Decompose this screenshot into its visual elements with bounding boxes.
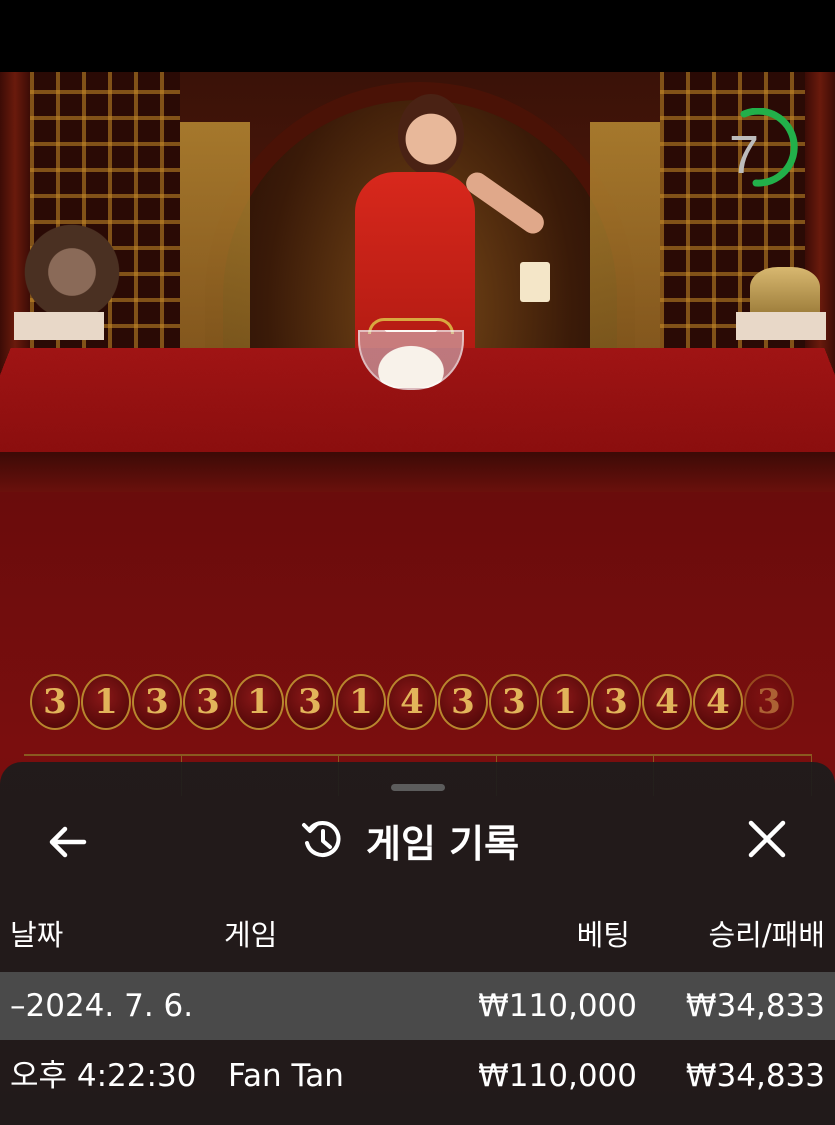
column-header-date[interactable]: 날짜 [10, 912, 63, 954]
dealer-head [398, 94, 464, 176]
date-group-label: –2024. 7. 6. [10, 972, 193, 1040]
result-ball: 3 [489, 674, 539, 730]
result-ball: 3 [591, 674, 641, 730]
sheet-drag-handle[interactable] [391, 784, 445, 791]
result-ball: 3 [285, 674, 335, 730]
row-game: Fan Tan [228, 1042, 344, 1110]
status-bar [0, 0, 835, 72]
countdown-timer-value: 7 [722, 128, 766, 182]
column-header-game[interactable]: 게임 [224, 912, 277, 954]
column-header-bet[interactable]: 베팅 [480, 912, 630, 954]
cards-in-hand [520, 262, 550, 302]
arrow-left-icon[interactable] [44, 818, 92, 866]
dragon-stand [736, 312, 826, 340]
dragon-statue [750, 267, 820, 317]
result-ball: 4 [642, 674, 692, 730]
sheet-header: 게임 기록 [300, 810, 519, 870]
result-ball: 4 [387, 674, 437, 730]
date-group-row[interactable]: –2024. 7. 6. ₩110,000 ₩34,833 [0, 972, 835, 1040]
date-group-bet: ₩110,000 [440, 972, 637, 1040]
column-header-winloss[interactable]: 승리/패배 [640, 912, 825, 954]
row-time: 오후 4:22:30 [10, 1042, 196, 1110]
table-edge [0, 452, 835, 492]
result-ball: 4 [693, 674, 743, 730]
row-bet: ₩110,000 [440, 1042, 637, 1110]
table-row[interactable]: 오후 4:22:30 Fan Tan ₩110,000 ₩34,833 [0, 1042, 835, 1110]
date-group-winloss: ₩34,833 [640, 972, 825, 1040]
result-ball: 1 [540, 674, 590, 730]
row-winloss: ₩34,833 [640, 1042, 825, 1110]
history-icon [300, 817, 346, 863]
gold-panel-right [590, 122, 660, 382]
gold-panel-left [180, 122, 250, 382]
result-ball: 3 [30, 674, 80, 730]
result-ball: 3 [438, 674, 488, 730]
results-road: 3 1 3 3 1 3 1 4 3 3 1 3 4 4 3 [30, 674, 795, 732]
result-ball: 1 [81, 674, 131, 730]
bonsai-decoration [12, 222, 132, 322]
sheet-title: 게임 기록 [366, 813, 519, 868]
result-ball: 1 [336, 674, 386, 730]
result-ball: 1 [234, 674, 284, 730]
result-ball: 3 [744, 674, 794, 730]
bonsai-stand [14, 312, 104, 340]
game-history-sheet: 게임 기록 날짜 게임 베팅 승리/패배 –2024. 7. 6. ₩110,0… [0, 762, 835, 1125]
result-ball: 3 [132, 674, 182, 730]
close-icon[interactable] [742, 814, 792, 864]
result-ball: 3 [183, 674, 233, 730]
